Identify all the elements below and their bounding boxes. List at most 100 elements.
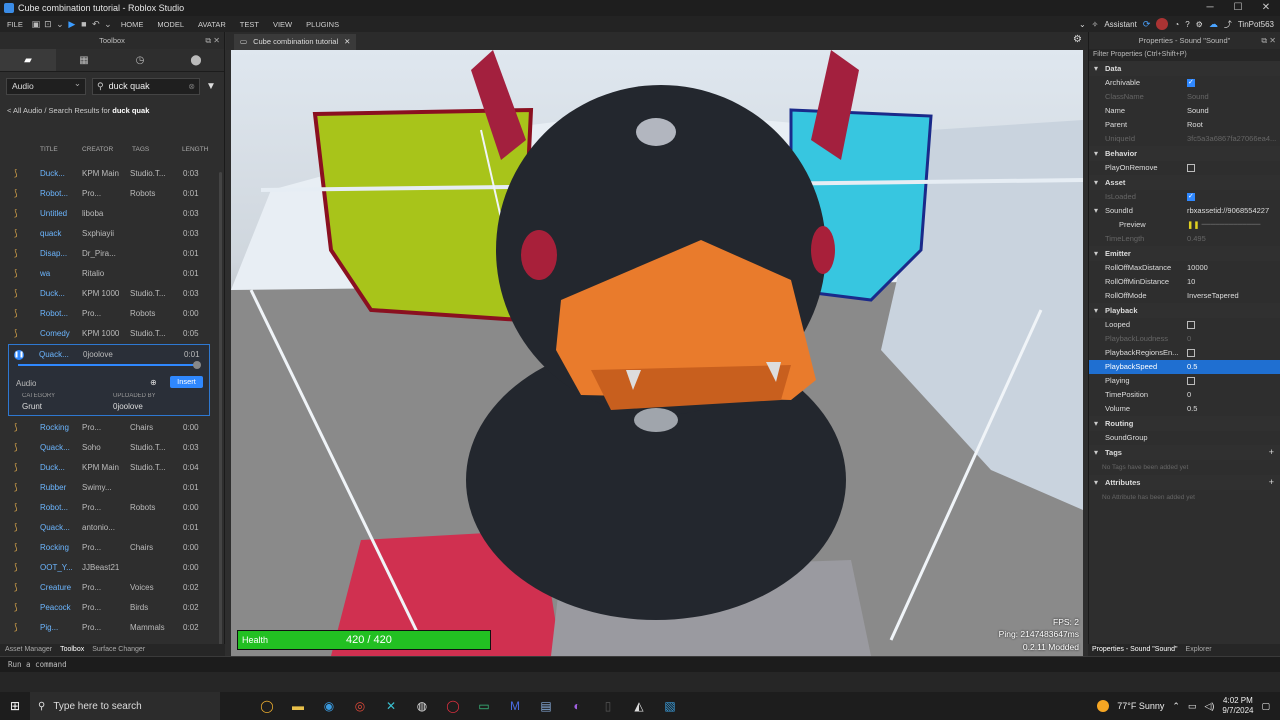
chrome-icon[interactable]: ◎ [351, 697, 369, 715]
audio-creator[interactable]: Dr_Pira... [82, 249, 128, 258]
app-icon[interactable]: M [506, 697, 524, 715]
prop-soundid[interactable]: ▾ SoundId rbxassetid://9068554227 [1089, 204, 1280, 218]
section-emitter[interactable]: Emitter [1089, 246, 1280, 261]
prop-playing[interactable]: Playing [1089, 374, 1280, 388]
prop-rolloffmin[interactable]: RollOffMinDistance 10 [1089, 275, 1280, 289]
audio-title[interactable]: Peacock [40, 603, 76, 612]
selected-title[interactable]: Quack... [39, 350, 69, 359]
stop-icon[interactable]: ■ [78, 19, 90, 29]
audio-creator[interactable]: Soho [82, 443, 128, 452]
panel-close-icon[interactable]: ⧉ ✕ [1261, 32, 1276, 49]
weather-text[interactable]: 77°F Sunny [1117, 701, 1164, 711]
tab-asset-manager[interactable]: Asset Manager [5, 644, 52, 656]
audio-title[interactable]: Untitled [40, 209, 76, 218]
prop-soundgroup[interactable]: SoundGroup [1089, 431, 1280, 445]
roblox-studio-icon[interactable]: ▧ [661, 697, 679, 715]
app-icon[interactable]: ▯ [599, 697, 617, 715]
audio-creator[interactable]: Pro... [82, 309, 128, 318]
prop-value[interactable]: 10 [1187, 275, 1277, 289]
undo-dropdown-icon[interactable]: ⌄ [54, 19, 66, 30]
prop-rolloffmax[interactable]: RollOffMaxDistance 10000 [1089, 261, 1280, 275]
app-icon[interactable]: ▭ [475, 697, 493, 715]
list-item[interactable]: ⟆ wa Ritalio 0:01 [0, 264, 220, 284]
col-tags[interactable]: TAGS [132, 146, 149, 153]
playing-checkbox[interactable] [1187, 377, 1195, 385]
add-tag-icon[interactable]: + [1269, 445, 1274, 460]
section-tags[interactable]: Tags + [1089, 445, 1280, 460]
audio-creator[interactable]: JJBeast21 [82, 563, 128, 572]
col-creator[interactable]: CREATOR [82, 146, 113, 153]
list-item[interactable]: ⟆ Duck... KPM Main Studio.T... 0:03 [0, 164, 220, 184]
command-bar[interactable]: Run a command [0, 656, 1280, 672]
audio-creator[interactable]: Pro... [82, 543, 128, 552]
section-routing[interactable]: Routing [1089, 416, 1280, 431]
app-icon[interactable]: ▤ [537, 697, 555, 715]
section-behavior[interactable]: Behavior [1089, 146, 1280, 161]
audio-title[interactable]: Creature [40, 583, 76, 592]
redo-dropdown-icon[interactable]: ⌄ [102, 19, 114, 30]
prop-looped[interactable]: Looped [1089, 318, 1280, 332]
avatar[interactable] [1156, 18, 1169, 30]
prop-value[interactable]: Root [1187, 118, 1277, 132]
audio-title[interactable]: Duck... [40, 463, 76, 472]
file-explorer-icon[interactable]: ▬ [289, 697, 307, 715]
app-icon[interactable]: ◉ [320, 697, 338, 715]
menu-file[interactable]: FILE [0, 20, 30, 29]
audio-title[interactable]: Rocking [40, 423, 76, 432]
screen-icon[interactable]: ⊡ [42, 19, 54, 30]
audio-title[interactable]: Duck... [40, 169, 76, 178]
uploaded-value[interactable]: 0joolove [113, 402, 143, 411]
tab-inventory[interactable]: ▰ [0, 49, 56, 71]
list-item[interactable]: ⟆ Robot... Pro... Robots 0:01 [0, 184, 220, 204]
menu-model[interactable]: MODEL [150, 20, 191, 29]
toolbox-scrollbar[interactable] [219, 172, 222, 652]
audio-creator[interactable]: KPM 1000 [82, 329, 128, 338]
sync-icon[interactable]: ⟳ [1143, 19, 1151, 30]
audio-creator[interactable]: Pro... [82, 423, 128, 432]
audio-creator[interactable]: KPM Main [82, 169, 128, 178]
col-title[interactable]: TITLE [40, 146, 58, 153]
list-item[interactable]: ⟆ Pig... Pro... Mammals 0:02 [0, 618, 220, 638]
assistant-button[interactable]: Assistant [1104, 20, 1136, 29]
username[interactable]: TinPot563 [1238, 20, 1274, 29]
audio-title[interactable]: quack [40, 229, 76, 238]
playonremove-checkbox[interactable] [1187, 164, 1195, 172]
save-icon[interactable]: ▣ [30, 19, 42, 30]
share-icon[interactable]: ⤴ [1224, 19, 1232, 30]
audio-creator[interactable]: KPM 1000 [82, 289, 128, 298]
preview-progress-knob[interactable] [193, 361, 201, 369]
app-icon[interactable]: ◍ [413, 697, 431, 715]
tab-surface-changer[interactable]: Surface Changer [92, 644, 145, 656]
audio-title[interactable]: OOT_Y... [40, 563, 76, 572]
breadcrumb-prefix[interactable]: < All Audio / Search Results for [7, 106, 112, 115]
list-item[interactable]: ⟆ Disap... Dr_Pira... 0:01 [0, 244, 220, 264]
audio-title[interactable]: wa [40, 269, 76, 278]
help-icon[interactable]: ? [1185, 20, 1189, 29]
app-icon[interactable]: ◐ [568, 697, 586, 715]
search-input[interactable]: ⚲ duck quak ⊗ [92, 77, 200, 95]
list-item[interactable]: ⟆ quack Sxphiayii 0:03 [0, 224, 220, 244]
audio-creator[interactable]: liboba [82, 209, 128, 218]
viewport-settings-icon[interactable]: ⚙ [1073, 34, 1082, 45]
section-attributes[interactable]: Attributes + [1089, 475, 1280, 490]
clear-search-icon[interactable]: ⊗ [188, 82, 195, 91]
zoom-icon[interactable]: ⊕ [150, 378, 157, 387]
list-item[interactable]: ⟆ Quack... antonio... 0:01 [0, 518, 220, 538]
selected-audio-card[interactable]: ❚❚ Quack... 0joolove 0:01 Audio ⊕ Insert… [8, 344, 210, 416]
tab-creations[interactable]: ⬤ [168, 49, 224, 71]
list-item[interactable]: ⟆ Rocking Pro... Chairs 0:00 [0, 418, 220, 438]
preview-slider[interactable]: ❚❚ ━━━━━━━━━━━━━ [1187, 218, 1277, 232]
audio-title[interactable]: Quack... [40, 523, 76, 532]
prop-playbackregions[interactable]: PlaybackRegionsEn... [1089, 346, 1280, 360]
audio-title[interactable]: Comedy [40, 329, 76, 338]
taskbar-clock[interactable]: 4:02 PM 9/7/2024 [1222, 696, 1253, 716]
audio-title[interactable]: Robot... [40, 309, 76, 318]
audio-creator[interactable]: KPM Main [82, 463, 128, 472]
list-item[interactable]: ⟆ Untitled liboba 0:03 [0, 204, 220, 224]
col-length[interactable]: LENGTH [182, 146, 208, 153]
audio-creator[interactable]: Pro... [82, 189, 128, 198]
volume-icon[interactable]: ◁) [1204, 701, 1214, 712]
prop-timeposition[interactable]: TimePosition 0 [1089, 388, 1280, 402]
prop-archivable[interactable]: Archivable [1089, 76, 1280, 90]
audio-title[interactable]: Rocking [40, 543, 76, 552]
